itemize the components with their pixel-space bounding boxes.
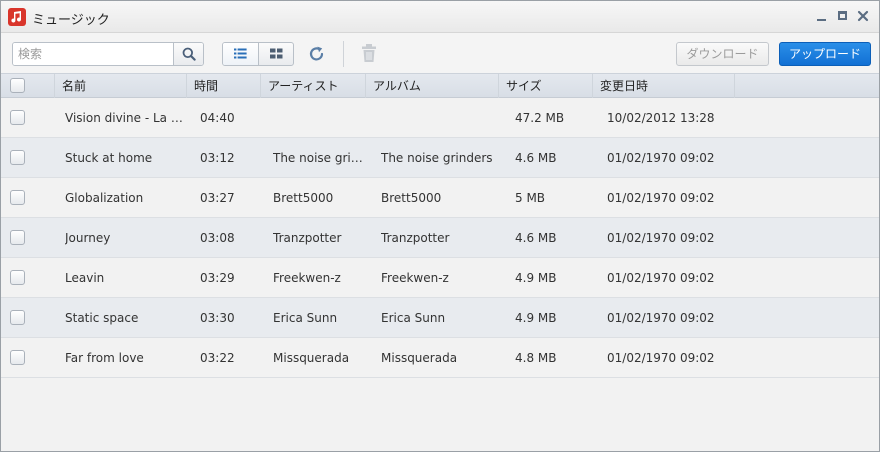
cell-time: 03:30	[200, 311, 235, 325]
upload-button[interactable]: アップロード	[779, 42, 871, 66]
header-size[interactable]: サイズ	[499, 74, 593, 98]
cell-album: Freekwen-z	[381, 271, 449, 285]
header-select-all-cell	[1, 74, 55, 98]
music-window: ミュージック 検索 ダウンロード アップロード 名前 時間 アーティスト アルバ…	[0, 0, 880, 452]
title-bar: ミュージック	[1, 1, 879, 33]
cell-name: Journey	[65, 231, 111, 245]
close-button[interactable]	[856, 9, 870, 23]
search-button[interactable]	[173, 43, 203, 65]
cell-artist: Brett5000	[273, 191, 334, 205]
table-row[interactable]: Far from love 03:22 Missquerada Missquer…	[1, 338, 879, 378]
table-row[interactable]: Journey 03:08 Tranzpotter Tranzpotter 4.…	[1, 218, 879, 258]
row-checkbox[interactable]	[10, 150, 25, 165]
list-view-button[interactable]	[223, 43, 258, 65]
cell-name: Static space	[65, 311, 139, 325]
grid-icon	[270, 48, 283, 59]
cell-size: 47.2 MB	[515, 111, 565, 125]
cell-artist: Freekwen-z	[273, 271, 341, 285]
cell-artist: Missquerada	[273, 351, 350, 365]
cell-size: 4.6 MB	[515, 231, 557, 245]
cell-modified: 10/02/2012 13:28	[607, 111, 715, 125]
close-icon	[857, 10, 869, 22]
cell-time: 03:29	[200, 271, 235, 285]
cell-time: 03:12	[200, 151, 235, 165]
cell-album	[381, 98, 496, 138]
row-checkbox[interactable]	[10, 110, 25, 125]
row-checkbox[interactable]	[10, 310, 25, 325]
table-header: 名前 時間 アーティスト アルバム サイズ 変更日時	[1, 73, 879, 98]
cell-album: Brett5000	[381, 191, 442, 205]
cell-size: 4.9 MB	[515, 311, 557, 325]
search-input[interactable]	[13, 43, 173, 65]
cell-name: Stuck at home	[65, 151, 153, 165]
cell-time: 04:40	[200, 111, 235, 125]
cell-time: 03:27	[200, 191, 235, 205]
cell-album: Tranzpotter	[381, 231, 450, 245]
delete-button[interactable]	[360, 43, 380, 65]
cell-artist: Tranzpotter	[273, 231, 342, 245]
empty-list-area	[1, 378, 879, 451]
cell-name: Globalization	[65, 191, 144, 205]
cell-modified: 01/02/1970 09:02	[607, 231, 715, 245]
cell-name: Vision divine - La Vita Fugge	[65, 111, 185, 125]
cell-size: 4.9 MB	[515, 271, 557, 285]
cell-time: 03:08	[200, 231, 235, 245]
table-row[interactable]: Vision divine - La Vita Fugge 04:40 47.2…	[1, 98, 879, 138]
cell-modified: 01/02/1970 09:02	[607, 151, 715, 165]
toolbar: ダウンロード アップロード	[1, 33, 879, 73]
cell-size: 5 MB	[515, 191, 546, 205]
table-row[interactable]: Static space 03:30 Erica Sunn Erica Sunn…	[1, 298, 879, 338]
list-icon	[234, 48, 247, 59]
refresh-button[interactable]	[307, 44, 327, 64]
table-row[interactable]: Leavin 03:29 Freekwen-z Freekwen-z 4.9 M…	[1, 258, 879, 298]
row-checkbox[interactable]	[10, 230, 25, 245]
grid-view-button[interactable]	[258, 43, 293, 65]
cell-size: 4.8 MB	[515, 351, 557, 365]
cell-modified: 01/02/1970 09:02	[607, 191, 715, 205]
cell-modified: 01/02/1970 09:02	[607, 351, 715, 365]
music-note-icon	[8, 8, 26, 26]
cell-time: 03:22	[200, 351, 235, 365]
header-name[interactable]: 名前	[55, 74, 187, 98]
table-row[interactable]: Globalization 03:27 Brett5000 Brett5000 …	[1, 178, 879, 218]
header-artist[interactable]: アーティスト	[261, 74, 366, 98]
header-time[interactable]: 時間	[187, 74, 261, 98]
cell-album: The noise grinders	[381, 151, 493, 165]
select-all-checkbox[interactable]	[10, 78, 25, 93]
search-icon	[182, 47, 196, 61]
toolbar-separator	[343, 41, 344, 67]
cell-artist: Erica Sunn	[273, 311, 338, 325]
download-button[interactable]: ダウンロード	[676, 42, 769, 66]
cell-modified: 01/02/1970 09:02	[607, 311, 715, 325]
minimize-button[interactable]	[815, 9, 829, 23]
cell-size: 4.6 MB	[515, 151, 557, 165]
header-modified[interactable]: 変更日時	[593, 74, 735, 98]
refresh-icon	[309, 46, 324, 61]
search-box	[12, 42, 204, 66]
window-title: ミュージック	[32, 13, 110, 28]
cell-name: Far from love	[65, 351, 144, 365]
view-toggle	[222, 42, 294, 66]
row-checkbox[interactable]	[10, 350, 25, 365]
cell-artist: The noise grinders	[273, 151, 363, 165]
row-checkbox[interactable]	[10, 190, 25, 205]
cell-album: Missquerada	[381, 351, 458, 365]
maximize-button[interactable]	[836, 9, 850, 23]
table-row[interactable]: Stuck at home 03:12 The noise grinders T…	[1, 138, 879, 178]
cell-artist	[273, 98, 363, 138]
trash-icon	[362, 44, 376, 62]
cell-album: Erica Sunn	[381, 311, 446, 325]
cell-modified: 01/02/1970 09:02	[607, 271, 715, 285]
cell-name: Leavin	[65, 271, 105, 285]
row-checkbox[interactable]	[10, 270, 25, 285]
header-album[interactable]: アルバム	[366, 74, 499, 98]
